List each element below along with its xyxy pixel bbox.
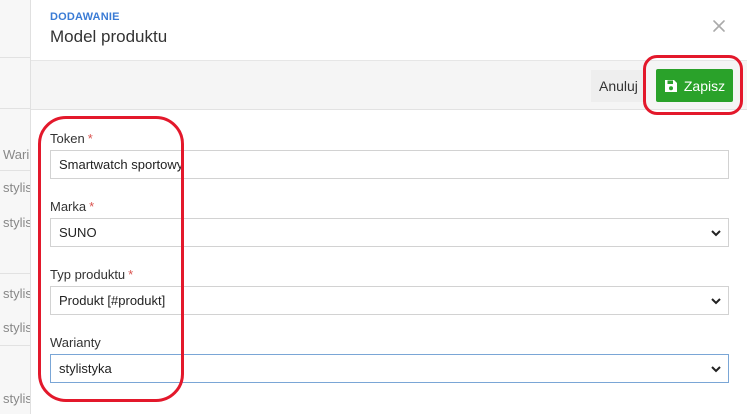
warianty-label-text: Warianty <box>50 335 101 350</box>
marka-select[interactable]: SUNO <box>50 218 729 247</box>
save-button[interactable]: Zapisz <box>656 69 733 102</box>
typ-produktu-label: Typ produktu * <box>50 267 133 282</box>
required-marker: * <box>87 131 93 146</box>
background-divider <box>0 345 30 346</box>
background-row-text: stylis <box>3 215 30 230</box>
chevron-down-icon <box>711 366 721 373</box>
dialog-header: DODAWANIE Model produktu <box>31 0 747 60</box>
token-input[interactable]: Smartwatch sportowy <box>50 150 729 179</box>
marka-label: Marka * <box>50 199 94 214</box>
background-column-header: Wari <box>3 147 30 162</box>
background-row-text: stylis <box>3 320 30 335</box>
background-divider <box>0 273 30 274</box>
warianty-label: Warianty <box>50 335 101 350</box>
typ-produktu-value: Produkt [#produkt] <box>59 293 166 308</box>
background-page: Wari stylis stylis stylis stylis stylis <box>0 0 30 414</box>
token-label: Token * <box>50 131 93 146</box>
product-model-dialog: DODAWANIE Model produktu Anuluj Zapisz T… <box>30 0 747 414</box>
warianty-select[interactable]: stylistyka <box>50 354 729 383</box>
background-row-text: stylis <box>3 286 30 301</box>
background-row-text: stylis <box>3 180 30 195</box>
background-divider <box>0 57 30 58</box>
marka-value: SUNO <box>59 225 97 240</box>
typ-produktu-select[interactable]: Produkt [#produkt] <box>50 286 729 315</box>
required-marker: * <box>89 199 95 214</box>
floppy-disk-icon <box>664 79 677 92</box>
chevron-down-icon <box>711 298 721 305</box>
chevron-down-icon <box>711 230 721 237</box>
background-divider <box>0 108 30 109</box>
close-icon[interactable] <box>710 18 728 36</box>
token-label-text: Token <box>50 131 85 146</box>
required-marker: * <box>128 267 134 282</box>
dialog-kicker: DODAWANIE <box>50 11 120 23</box>
background-row-text: stylis <box>3 391 30 406</box>
cancel-button[interactable]: Anuluj <box>591 70 646 102</box>
marka-label-text: Marka <box>50 199 87 214</box>
save-button-label: Zapisz <box>683 77 726 94</box>
close-icon-glyph <box>713 20 725 32</box>
dialog-title: Model produktu <box>50 27 168 46</box>
dialog-toolbar: Anuluj Zapisz <box>31 60 747 110</box>
warianty-value: stylistyka <box>59 361 112 376</box>
token-value: Smartwatch sportowy <box>59 157 184 172</box>
typ-produktu-label-text: Typ produktu <box>50 267 126 282</box>
background-divider <box>0 170 30 171</box>
